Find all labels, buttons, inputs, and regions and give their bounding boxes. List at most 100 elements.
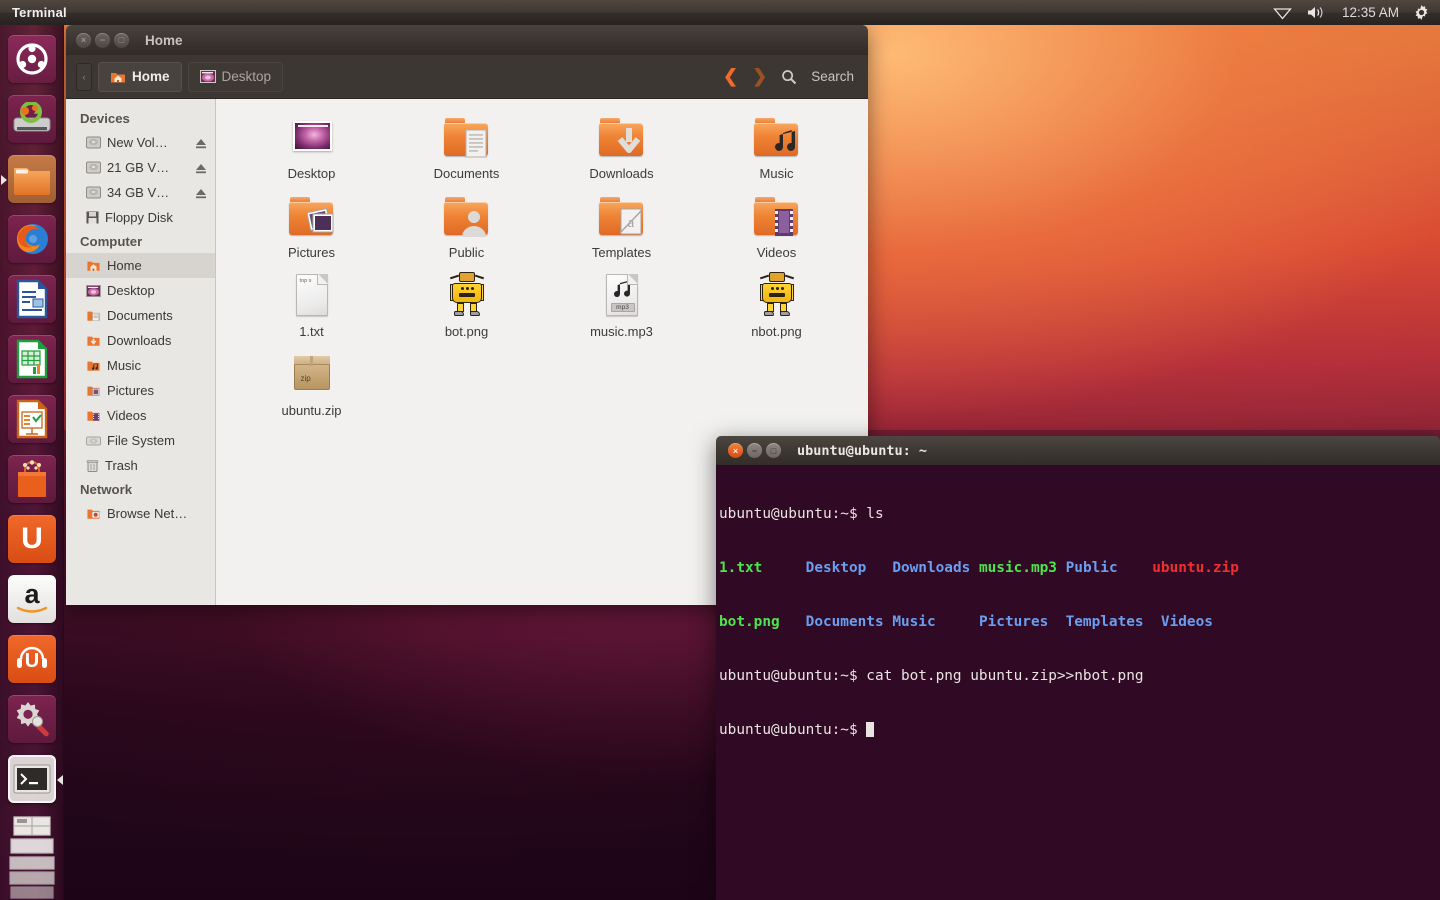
network-icon[interactable]: [1273, 6, 1292, 20]
file-item-music[interactable]: Music: [699, 113, 854, 192]
terminal-output[interactable]: ubuntu@ubuntu:~$ ls 1.txt Desktop Downlo…: [716, 465, 1440, 900]
terminal-titlebar[interactable]: × − □ ubuntu@ubuntu: ~: [716, 436, 1440, 465]
videos-folder-icon: [753, 192, 801, 240]
file-type-badge: mp3: [610, 303, 635, 312]
launcher-item-terminal[interactable]: [0, 749, 64, 809]
sidebar-item-new-volume[interactable]: New Vol…: [66, 130, 215, 155]
sidebar-item-videos[interactable]: Videos: [66, 403, 215, 428]
file-item-1-txt[interactable]: top s 1.txt: [234, 271, 389, 350]
eject-icon[interactable]: [195, 162, 207, 174]
search-icon[interactable]: [781, 69, 797, 85]
file-manager-titlebar[interactable]: × − □ Home: [66, 25, 868, 55]
launcher-item-software-center[interactable]: [0, 449, 64, 509]
close-button[interactable]: ×: [76, 32, 91, 48]
audio-document-icon: mp3: [598, 271, 646, 319]
drive-icon: [86, 136, 101, 149]
sidebar-item-floppy-disk[interactable]: Floppy Disk: [66, 205, 215, 230]
file-item-public[interactable]: Public: [389, 192, 544, 271]
firefox-icon: [17, 224, 48, 254]
terminal-title: ubuntu@ubuntu: ~: [797, 442, 928, 459]
eject-icon[interactable]: [195, 187, 207, 199]
file-item-pictures[interactable]: Pictures: [234, 192, 389, 271]
sidebar-item-label: Home: [107, 258, 142, 273]
ls-entry: ubuntu.zip: [1152, 560, 1239, 576]
file-item-ubuntu-zip[interactable]: zip ubuntu.zip: [234, 350, 389, 429]
amazon-icon: a: [24, 579, 40, 610]
sidebar-item-21gb-volume[interactable]: 21 GB V…: [66, 155, 215, 180]
minimize-button[interactable]: −: [747, 443, 762, 458]
sidebar-item-music[interactable]: Music: [66, 353, 215, 378]
document-preview-text: top s: [299, 278, 312, 284]
public-folder-icon: [443, 192, 491, 240]
sidebar-item-browse-network[interactable]: Browse Net…: [66, 501, 215, 526]
launcher-item-libreoffice-writer[interactable]: [0, 269, 64, 329]
file-label: 1.txt: [299, 324, 324, 339]
search-label[interactable]: Search: [811, 69, 854, 84]
pictures-folder-icon: [87, 386, 100, 396]
gear-icon[interactable]: [1413, 4, 1430, 21]
file-item-bot-png[interactable]: bot.png: [389, 271, 544, 350]
launcher-item-ubuntu-one[interactable]: U: [0, 509, 64, 569]
sidebar-item-desktop[interactable]: Desktop: [66, 278, 215, 303]
close-button[interactable]: ×: [728, 443, 743, 458]
panel-indicators: 12:35 AM: [1273, 4, 1440, 21]
volume-icon[interactable]: [1306, 5, 1328, 20]
launcher-item-firefox[interactable]: [0, 209, 64, 269]
file-item-nbot-png[interactable]: nbot.png: [699, 271, 854, 350]
terminal-line: 1.txt Desktop Downloads music.mp3 Public…: [719, 559, 1440, 577]
templates-folder-icon: a: [598, 192, 646, 240]
sidebar-item-label: Desktop: [107, 283, 155, 298]
drive-icon: [86, 161, 101, 174]
sidebar-item-documents[interactable]: Documents: [66, 303, 215, 328]
launcher-item-amazon[interactable]: a: [0, 569, 64, 629]
trash-icon: [86, 460, 99, 472]
eject-icon[interactable]: [195, 137, 207, 149]
file-item-documents[interactable]: Documents: [389, 113, 544, 192]
tab-home-label: Home: [132, 69, 170, 84]
file-item-templates[interactable]: a Templates: [544, 192, 699, 271]
panel-clock[interactable]: 12:35 AM: [1342, 5, 1399, 20]
terminal-window[interactable]: × − □ ubuntu@ubuntu: ~ ubuntu@ubuntu:~$ …: [716, 436, 1440, 900]
sidebar-item-34gb-volume[interactable]: 34 GB V…: [66, 180, 215, 205]
sidebar-item-label: Videos: [107, 408, 147, 423]
sidebar-item-home[interactable]: Home: [66, 253, 215, 278]
file-item-desktop[interactable]: Desktop: [234, 113, 389, 192]
music-headphones-icon: U: [17, 646, 47, 672]
sidebar-item-trash[interactable]: Trash: [66, 453, 215, 478]
ls-entry: Templates: [1065, 614, 1144, 630]
terminal-line: ubuntu@ubuntu:~$ ls: [719, 505, 1440, 523]
file-manager-toolbar: ‹ Home Desktop ❮ ❯ Search: [66, 55, 868, 99]
minimize-button[interactable]: −: [95, 32, 110, 48]
terminal-prompt: ubuntu@ubuntu:~$: [719, 668, 858, 684]
launcher-item-workspace-switcher[interactable]: [0, 809, 64, 900]
breadcrumb-overflow-button[interactable]: ‹: [76, 62, 92, 91]
launcher-item-ubuntu-one-music[interactable]: U: [0, 629, 64, 689]
file-item-videos[interactable]: Videos: [699, 192, 854, 271]
panel-app-title[interactable]: Terminal: [12, 5, 67, 20]
back-button[interactable]: ❮: [723, 66, 738, 87]
launcher-item-install-ubuntu[interactable]: [0, 89, 64, 149]
launcher-item-libreoffice-calc[interactable]: [0, 329, 64, 389]
file-item-music-mp3[interactable]: mp3 music.mp3: [544, 271, 699, 350]
file-label: nbot.png: [751, 324, 802, 339]
launcher-item-libreoffice-impress[interactable]: [0, 389, 64, 449]
launcher-item-dash-home[interactable]: [0, 29, 64, 89]
maximize-button[interactable]: □: [766, 443, 781, 458]
desktop-picture-icon: [199, 70, 216, 83]
tab-home[interactable]: Home: [98, 61, 182, 92]
impress-icon: [16, 399, 48, 439]
file-label: ubuntu.zip: [281, 403, 342, 418]
sidebar-item-downloads[interactable]: Downloads: [66, 328, 215, 353]
launcher-item-files[interactable]: [0, 149, 64, 209]
tab-desktop[interactable]: Desktop: [187, 61, 284, 92]
forward-button[interactable]: ❯: [752, 66, 767, 87]
sidebar-item-label: Downloads: [107, 333, 172, 348]
sidebar-item-pictures[interactable]: Pictures: [66, 378, 215, 403]
file-item-downloads[interactable]: Downloads: [544, 113, 699, 192]
videos-folder-icon: [87, 411, 100, 421]
launcher-item-system-settings[interactable]: [0, 689, 64, 749]
maximize-button[interactable]: □: [114, 32, 129, 48]
file-label: Downloads: [589, 166, 654, 181]
shopping-bag-icon: [18, 460, 46, 497]
sidebar-item-file-system[interactable]: File System: [66, 428, 215, 453]
